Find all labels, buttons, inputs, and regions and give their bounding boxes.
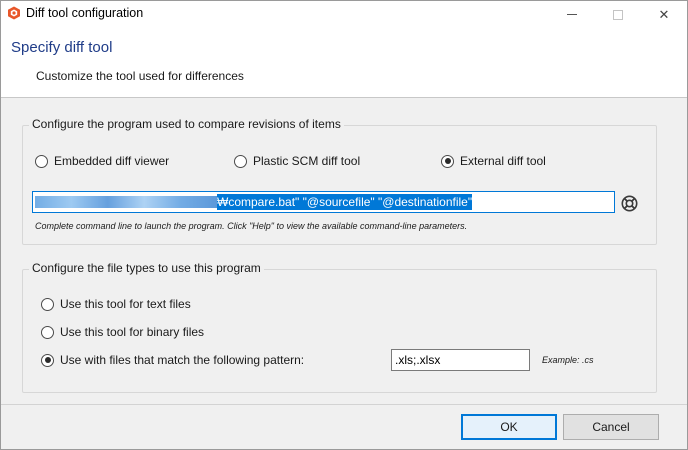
file-types-group-label: Configure the file types to use this pro… xyxy=(29,261,264,275)
minimize-button[interactable] xyxy=(549,1,595,28)
radio-label: Use this tool for binary files xyxy=(60,325,205,339)
radio-binary-files[interactable]: Use this tool for binary files xyxy=(41,324,204,340)
cancel-button[interactable]: Cancel xyxy=(563,414,659,440)
radio-label: Use with files that match the following … xyxy=(60,353,305,367)
radio-plastic-scm-diff-tool[interactable]: Plastic SCM diff tool xyxy=(234,153,360,169)
radio-button[interactable] xyxy=(41,325,54,339)
title-bar: Diff tool configuration ✕ xyxy=(1,1,687,28)
header-subtitle: Customize the tool used for differences xyxy=(36,69,244,83)
minimize-icon xyxy=(567,14,577,15)
radio-button[interactable] xyxy=(41,353,54,367)
pattern-example: Example: .cs xyxy=(542,355,594,365)
header-title: Specify diff tool xyxy=(11,39,113,56)
close-button[interactable]: ✕ xyxy=(641,1,687,28)
ok-button[interactable]: OK xyxy=(461,414,557,440)
radio-label: Plastic SCM diff tool xyxy=(253,154,361,168)
radio-external-diff-tool[interactable]: External diff tool xyxy=(441,153,546,169)
radio-label: Embedded diff viewer xyxy=(54,154,170,168)
radio-label: External diff tool xyxy=(460,154,546,168)
command-line-input[interactable]: ₩compare.bat" "@sourcefile" "@destinatio… xyxy=(32,191,615,213)
dialog-header: Specify diff tool Customize the tool use… xyxy=(1,28,687,98)
radio-embedded-diff-viewer[interactable]: Embedded diff viewer xyxy=(35,153,169,169)
window-title: Diff tool configuration xyxy=(26,6,144,20)
radio-text-files[interactable]: Use this tool for text files xyxy=(41,296,191,312)
maximize-icon xyxy=(613,9,623,20)
command-line-hint: Complete command line to launch the prog… xyxy=(35,221,468,231)
maximize-button[interactable] xyxy=(595,1,641,28)
pattern-input[interactable]: .xls;.xlsx xyxy=(391,349,530,371)
compare-group-label: Configure the program used to compare re… xyxy=(29,117,344,131)
lifebuoy-help-icon[interactable] xyxy=(621,195,638,212)
radio-button[interactable] xyxy=(234,154,247,168)
dialog-window: Diff tool configuration ✕ Specify diff t… xyxy=(0,0,688,450)
radio-button[interactable] xyxy=(35,154,48,168)
app-icon xyxy=(8,6,20,20)
close-icon: ✕ xyxy=(658,6,670,22)
radio-pattern-files[interactable]: Use with files that match the following … xyxy=(41,352,304,368)
radio-button[interactable] xyxy=(441,154,454,168)
radio-label: Use this tool for text files xyxy=(60,297,191,311)
command-line-text: ₩compare.bat" "@sourcefile" "@destinatio… xyxy=(217,194,473,210)
redacted-path xyxy=(35,196,217,208)
dialog-footer: OK Cancel xyxy=(1,404,687,449)
radio-button[interactable] xyxy=(41,297,54,311)
